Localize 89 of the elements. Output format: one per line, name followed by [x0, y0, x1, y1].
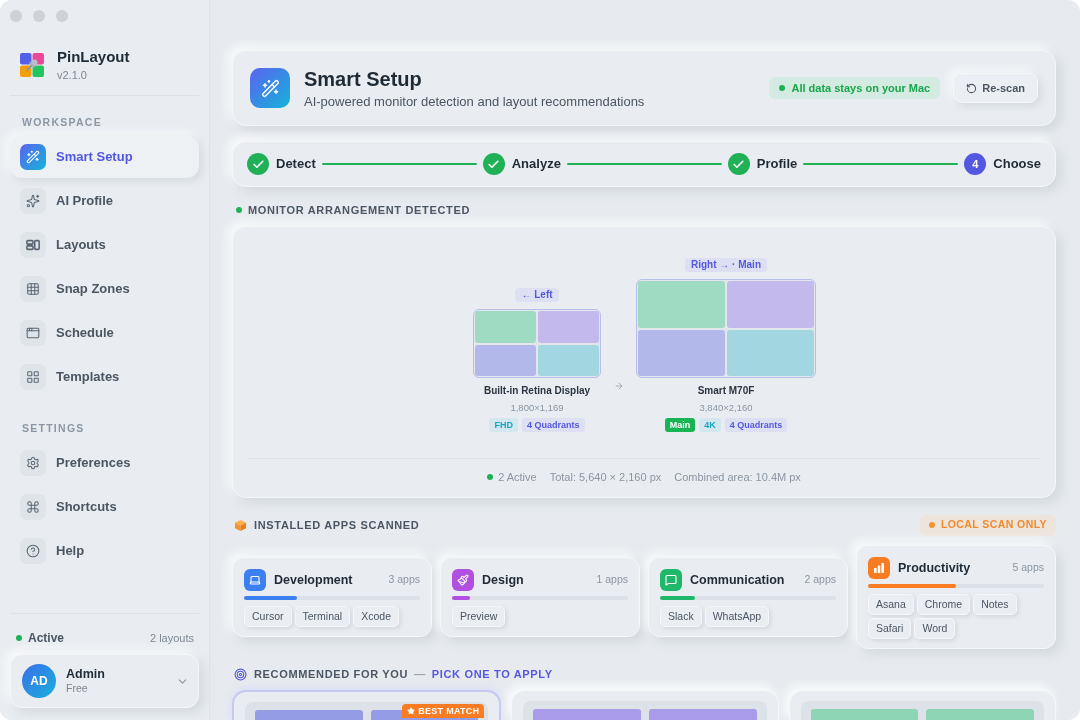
app-count: 3 apps [388, 572, 420, 588]
app-chip: Slack [660, 606, 702, 627]
step-label: Choose [993, 155, 1041, 174]
layout-card[interactable] [511, 690, 779, 720]
layout-icon [20, 232, 46, 258]
category-title: Communication [690, 571, 785, 589]
step-label: Profile [756, 155, 798, 174]
wand-icon [20, 144, 46, 170]
section-heading: RECOMMENDED FOR YOU [254, 667, 409, 681]
display-name: Built-in Retina Display [483, 384, 591, 397]
total-resolution: Total: 5,640 × 2,160 px [549, 469, 662, 485]
app-count: 1 apps [596, 572, 628, 588]
app-chip: Notes [973, 594, 1017, 615]
box-icon [234, 518, 247, 532]
app-chip: Cursor [244, 606, 292, 627]
display-tag: FHD [489, 418, 518, 432]
step-label: Detect [276, 155, 316, 174]
window-icon [20, 320, 46, 346]
display-resolution: 1,800×1,169 [510, 402, 564, 414]
combined-area: Combined area: 10.4M px [674, 468, 801, 486]
sparkle-icon [20, 188, 46, 214]
category-title: Development [274, 571, 353, 589]
active-count: 2 Active [498, 469, 537, 485]
minimize-button[interactable] [33, 10, 45, 22]
layout-card[interactable] [788, 690, 1056, 720]
rescan-button[interactable]: Re-scan [953, 73, 1038, 103]
nav-section-heading: WORKSPACE [21, 115, 103, 129]
maximize-button[interactable] [56, 10, 68, 22]
app-chip: WhatsApp [704, 606, 770, 627]
badge-label: LOCAL SCAN ONLY [940, 517, 1047, 533]
position-label: ← Left [515, 288, 559, 302]
app-chip: Chrome [916, 594, 971, 615]
page-subtitle: AI-powered monitor detection and layout recommendations [304, 92, 645, 110]
position-label: Right → · Main [685, 258, 767, 272]
star-icon [407, 707, 416, 715]
nav-item[interactable]: Templates [10, 356, 199, 398]
display-name: Smart M70F [697, 384, 755, 397]
section-heading: INSTALLED APPS SCANNED [254, 518, 420, 532]
app-count: 5 apps [1012, 560, 1044, 576]
command-icon [20, 494, 46, 520]
help-icon [20, 538, 46, 564]
nav-item[interactable]: Layouts [10, 224, 199, 266]
nav-item[interactable]: Snap Zones [10, 268, 199, 310]
account-menu[interactable]: AD Admin Free [10, 654, 199, 708]
nav-item[interactable]: AI Profile [10, 180, 199, 222]
refresh-icon [966, 82, 978, 94]
category-title: Productivity [898, 559, 971, 577]
app-name: PinLayout [57, 48, 130, 66]
section-hint: PICK ONE TO APPLY [431, 667, 553, 681]
grid-squares-icon [20, 364, 46, 390]
display-tag: 4K [699, 418, 721, 432]
arrow-right-icon [614, 381, 624, 391]
app-chip: Preview [452, 606, 506, 627]
app-chip: Safari [868, 618, 912, 639]
app-logo [19, 52, 45, 78]
nav-item[interactable]: Help [10, 530, 199, 572]
step-number: 4 [964, 153, 987, 175]
app-version: v2.1.0 [57, 68, 88, 82]
best-match-label: BEST MATCH [418, 705, 480, 718]
target-icon [234, 667, 247, 681]
step-label: Analyze [511, 155, 561, 174]
app-chip: Word [914, 618, 956, 639]
app-count: 2 apps [804, 572, 836, 588]
user-name: Admin [66, 667, 105, 682]
settings-icon [20, 450, 46, 476]
wand-icon [250, 68, 290, 108]
nav-section-heading: SETTINGS [21, 421, 86, 435]
layout-count: 2 layouts [149, 630, 194, 646]
dash-separator: — [414, 667, 426, 681]
display-tag: 4 Quadrants [724, 418, 788, 432]
display-tag: Main [664, 418, 696, 432]
app-chip: Terminal [294, 606, 351, 627]
nav-item[interactable]: Schedule [10, 312, 199, 354]
app-chip: Asana [868, 594, 914, 615]
avatar: AD [22, 664, 56, 698]
display-tag: 4 Quadrants [522, 418, 585, 432]
section-heading: MONITOR ARRANGEMENT DETECTED [248, 203, 470, 217]
close-button[interactable] [10, 10, 22, 22]
nav-item[interactable]: Preferences [10, 442, 199, 484]
page-title: Smart Setup [304, 66, 423, 91]
category-title: Design [482, 571, 524, 589]
user-plan: Free [66, 682, 89, 695]
grid-icon [20, 276, 46, 302]
privacy-label: All data stays on your Mac [791, 80, 931, 96]
nav-item[interactable]: Shortcuts [10, 486, 199, 528]
app-chip: Xcode [353, 606, 399, 627]
display-resolution: 3,840×2,160 [699, 402, 753, 414]
status-label: Active [28, 630, 65, 647]
nav-item[interactable]: Smart Setup [10, 136, 199, 178]
